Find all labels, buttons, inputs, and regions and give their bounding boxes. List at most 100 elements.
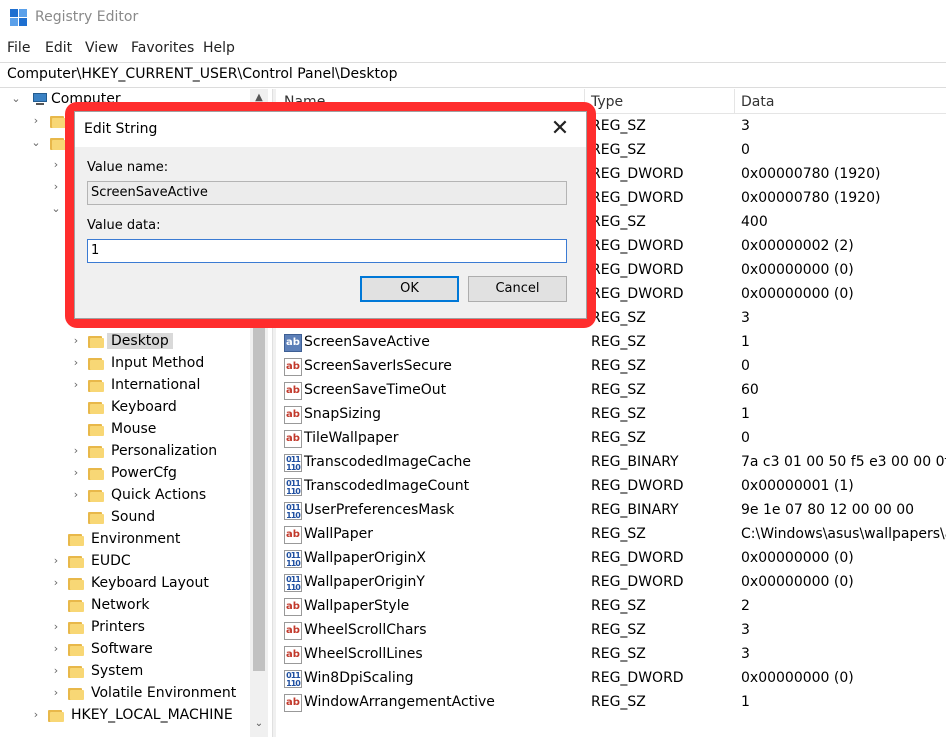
tree-item-label: Desktop (107, 333, 173, 349)
table-row[interactable]: ab ScreenSaverIsSecure REG_SZ 0 (277, 355, 946, 379)
table-row[interactable]: ab ScreenSaveTimeOut REG_SZ 60 (277, 379, 946, 403)
value-type: REG_SZ (591, 142, 646, 158)
chevron-right-icon[interactable]: › (50, 157, 62, 173)
folder-icon (88, 444, 104, 458)
table-row[interactable]: ab WheelScrollLines REG_SZ 3 (277, 643, 946, 667)
address-path[interactable]: Computer\HKEY_CURRENT_USER\Control Panel… (7, 66, 397, 82)
table-row[interactable]: ab WheelScrollChars REG_SZ 3 (277, 619, 946, 643)
folder-icon (68, 620, 84, 634)
chevron-down-icon[interactable]: ⌄ (10, 91, 22, 107)
table-row[interactable]: ab TileWallpaper REG_SZ 0 (277, 427, 946, 451)
tree-item-environment[interactable]: Environment (0, 529, 250, 551)
tree-item-input-method[interactable]: › Input Method (0, 353, 250, 375)
column-separator[interactable] (734, 89, 735, 114)
value-data-field[interactable]: 1 (87, 239, 567, 263)
value-type: REG_DWORD (591, 478, 684, 494)
chevron-right-icon[interactable]: › (50, 179, 62, 195)
tree-item-label: International (111, 377, 201, 393)
value-data: 3 (741, 622, 750, 638)
scroll-down-icon[interactable]: ⌄ (250, 715, 268, 733)
tree-item-mouse[interactable]: Mouse (0, 419, 250, 441)
value-data: 0 (741, 142, 750, 158)
value-name: TranscodedImageCache (304, 454, 472, 470)
cancel-button[interactable]: Cancel (468, 276, 567, 302)
tree-item-label: System (91, 663, 144, 679)
binary-value-icon: 011 110 (284, 574, 302, 592)
close-icon[interactable]: ✕ (548, 117, 572, 141)
value-data: 0x00000000 (0) (741, 262, 854, 278)
tree-item-label: Sound (111, 509, 156, 525)
table-row[interactable]: ab WallpaperStyle REG_SZ 2 (277, 595, 946, 619)
chevron-right-icon[interactable]: › (50, 685, 62, 701)
chevron-right-icon[interactable]: › (50, 619, 62, 635)
window-title: Registry Editor (35, 9, 139, 25)
menu-file[interactable]: File (7, 40, 30, 56)
menu-favorites[interactable]: Favorites (131, 40, 194, 56)
chevron-right-icon[interactable]: › (70, 443, 82, 459)
tree-item-system[interactable]: › System (0, 661, 250, 683)
menu-help[interactable]: Help (203, 40, 235, 56)
chevron-right-icon[interactable]: › (70, 465, 82, 481)
value-name: WallPaper (304, 526, 373, 542)
chevron-right-icon[interactable]: › (70, 487, 82, 503)
menu-edit[interactable]: Edit (45, 40, 72, 56)
value-data: 400 (741, 214, 768, 230)
table-row[interactable]: 011 110 UserPreferencesMask REG_BINARY 9e 1… (277, 499, 946, 523)
chevron-right-icon[interactable]: › (50, 641, 62, 657)
address-bar[interactable]: Computer\HKEY_CURRENT_USER\Control Panel… (0, 62, 946, 88)
chevron-right-icon[interactable]: › (50, 553, 62, 569)
value-data: 1 (741, 694, 750, 710)
table-row[interactable]: ab ScreenSaveActive REG_SZ 1 (277, 331, 946, 355)
tree-item-keyboard[interactable]: Keyboard (0, 397, 250, 419)
value-name: WheelScrollChars (304, 622, 427, 638)
chevron-right-icon[interactable]: › (50, 575, 62, 591)
menu-view[interactable]: View (85, 40, 118, 56)
table-row[interactable]: 011 110 WallpaperOriginY REG_DWORD 0x000000… (277, 571, 946, 595)
tree-item-personalization[interactable]: › Personalization (0, 441, 250, 463)
table-row[interactable]: 011 110 TranscodedImageCache REG_BINARY 7a … (277, 451, 946, 475)
tree-item-powercfg[interactable]: › PowerCfg (0, 463, 250, 485)
folder-icon (88, 466, 104, 480)
column-data[interactable]: Data (741, 94, 774, 110)
table-row[interactable]: 011 110 TranscodedImageCount REG_DWORD 0x00… (277, 475, 946, 499)
table-row[interactable]: ab SnapSizing REG_SZ 1 (277, 403, 946, 427)
tree-item-software[interactable]: › Software (0, 639, 250, 661)
table-row[interactable]: 011 110 Win8DpiScaling REG_DWORD 0x00000000… (277, 667, 946, 691)
tree-item-keyboard-layout[interactable]: › Keyboard Layout (0, 573, 250, 595)
tree-item-label: Environment (91, 531, 181, 547)
value-type: REG_SZ (591, 358, 646, 374)
chevron-right-icon[interactable]: › (30, 113, 42, 129)
folder-icon (68, 554, 84, 568)
tree-item-hkey-local-machine[interactable]: › HKEY_LOCAL_MACHINE (0, 705, 250, 727)
table-row[interactable]: 011 110 WallpaperOriginX REG_DWORD 0x000000… (277, 547, 946, 571)
chevron-right-icon[interactable]: › (70, 355, 82, 371)
chevron-right-icon[interactable]: › (70, 333, 82, 349)
value-type: REG_SZ (591, 118, 646, 134)
tree-item-quick-actions[interactable]: › Quick Actions (0, 485, 250, 507)
chevron-down-icon[interactable]: ⌄ (30, 135, 42, 151)
edit-string-dialog: Edit String ✕ Value name: ScreenSaveActi… (74, 111, 587, 319)
tree-item-eudc[interactable]: › EUDC (0, 551, 250, 573)
string-value-icon: ab (284, 430, 302, 448)
chevron-down-icon[interactable]: ⌄ (50, 201, 62, 217)
tree-item-sound[interactable]: Sound (0, 507, 250, 529)
string-value-icon: ab (284, 646, 302, 664)
value-type: REG_BINARY (591, 502, 679, 518)
column-type[interactable]: Type (591, 94, 623, 110)
table-row[interactable]: ab WindowArrangementActive REG_SZ 1 (277, 691, 946, 715)
tree-item-international[interactable]: › International (0, 375, 250, 397)
tree-item-label: Mouse (111, 421, 157, 437)
chevron-right-icon[interactable]: › (70, 377, 82, 393)
chevron-right-icon[interactable]: › (50, 663, 62, 679)
chevron-right-icon[interactable]: › (30, 707, 42, 723)
value-name: WheelScrollLines (304, 646, 423, 662)
tree-item-printers[interactable]: › Printers (0, 617, 250, 639)
value-name-field[interactable]: ScreenSaveActive (87, 181, 567, 205)
tree-item-desktop[interactable]: › Desktop (0, 331, 250, 353)
value-name: WallpaperOriginY (304, 574, 425, 590)
ok-button[interactable]: OK (360, 276, 459, 302)
tree-item-volatile-environment[interactable]: › Volatile Environment (0, 683, 250, 705)
table-row[interactable]: ab WallPaper REG_SZ C:\Windows\asus\wallpap… (277, 523, 946, 547)
value-name: TileWallpaper (304, 430, 399, 446)
tree-item-network[interactable]: Network (0, 595, 250, 617)
